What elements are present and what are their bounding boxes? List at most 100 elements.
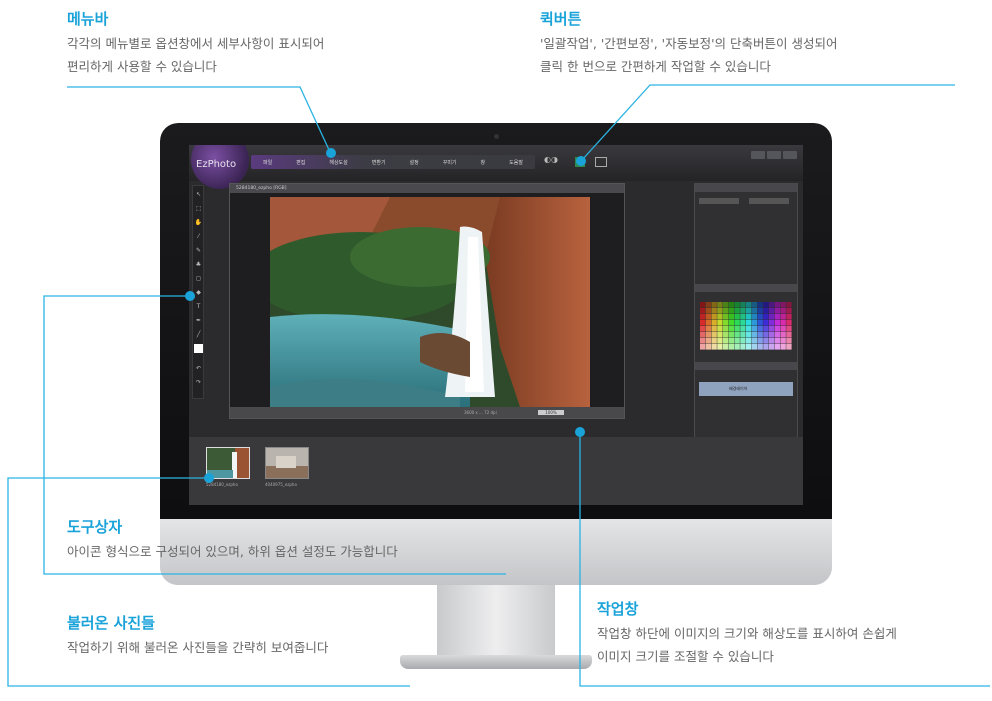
menu-item-window[interactable]: 창	[481, 159, 486, 166]
palette-swatch[interactable]	[769, 314, 775, 320]
palette-swatch[interactable]	[740, 326, 746, 332]
palette-swatch[interactable]	[757, 320, 763, 326]
palette-swatch[interactable]	[751, 308, 758, 314]
easy-fix-quick-icon[interactable]	[575, 157, 585, 167]
palette-swatch[interactable]	[780, 320, 786, 326]
palette-swatch[interactable]	[751, 314, 758, 320]
palette-swatch[interactable]	[769, 344, 775, 350]
info-select[interactable]	[699, 198, 739, 204]
palette-swatch[interactable]	[751, 326, 758, 332]
menu-item-decorate[interactable]: 꾸미기	[443, 159, 457, 166]
palette-swatch[interactable]	[711, 314, 717, 320]
palette-swatch[interactable]	[746, 344, 752, 350]
palette-swatch[interactable]	[700, 320, 706, 326]
text-tool-icon[interactable]: T	[194, 302, 203, 311]
palette-swatch[interactable]	[757, 344, 763, 350]
palette-swatch[interactable]	[717, 302, 723, 308]
palette-swatch[interactable]	[705, 326, 712, 332]
stamp-tool-icon[interactable]: ♣	[194, 260, 203, 269]
palette-swatch[interactable]	[717, 338, 723, 344]
palette-swatch[interactable]	[746, 326, 752, 332]
palette-swatch[interactable]	[786, 320, 792, 326]
palette-swatch[interactable]	[705, 302, 712, 308]
palette-swatch[interactable]	[700, 344, 706, 350]
palette-swatch[interactable]	[723, 326, 729, 332]
palette-swatch[interactable]	[711, 344, 717, 350]
palette-swatch[interactable]	[705, 344, 712, 350]
palette-swatch[interactable]	[769, 308, 775, 314]
select-tool-icon[interactable]: ⬚	[194, 204, 203, 213]
palette-swatch[interactable]	[780, 314, 786, 320]
palette-swatch[interactable]	[786, 326, 792, 332]
palette-swatch[interactable]	[734, 344, 740, 350]
palette-swatch[interactable]	[763, 344, 769, 350]
palette-swatch[interactable]	[700, 338, 706, 344]
palette-swatch[interactable]	[717, 314, 723, 320]
palette-swatch[interactable]	[700, 314, 706, 320]
palette-swatch[interactable]	[751, 338, 758, 344]
palette-swatch[interactable]	[723, 302, 729, 308]
palette-swatch[interactable]	[763, 302, 769, 308]
menu-item-settings[interactable]: 설정	[410, 159, 419, 166]
palette-swatch[interactable]	[774, 326, 781, 332]
palette-swatch[interactable]	[740, 344, 746, 350]
maximize-button[interactable]	[767, 151, 781, 159]
palette-swatch[interactable]	[780, 326, 786, 332]
palette-swatch[interactable]	[769, 326, 775, 332]
palette-swatch[interactable]	[734, 320, 740, 326]
palette-swatch[interactable]	[746, 302, 752, 308]
palette-swatch[interactable]	[769, 302, 775, 308]
minimize-button[interactable]	[751, 151, 765, 159]
palette-swatch[interactable]	[705, 314, 712, 320]
palette-swatch[interactable]	[763, 332, 769, 338]
palette-swatch[interactable]	[734, 314, 740, 320]
menu-item-convert[interactable]: 변환기	[372, 159, 386, 166]
palette-swatch[interactable]	[700, 332, 706, 338]
palette-swatch[interactable]	[780, 338, 786, 344]
color-swatch-icon[interactable]	[194, 344, 203, 353]
palette-swatch[interactable]	[734, 338, 740, 344]
undo-icon[interactable]: ↶	[194, 364, 203, 373]
palette-swatch[interactable]	[740, 302, 746, 308]
palette-swatch[interactable]	[769, 320, 775, 326]
palette-swatch[interactable]	[728, 320, 735, 326]
pencil-tool-icon[interactable]: ✎	[194, 246, 203, 255]
palette-swatch[interactable]	[757, 314, 763, 320]
palette-swatch[interactable]	[740, 338, 746, 344]
palette-swatch[interactable]	[763, 320, 769, 326]
palette-swatch[interactable]	[740, 332, 746, 338]
palette-swatch[interactable]	[786, 308, 792, 314]
layer-row[interactable]: 배경레이어	[699, 382, 793, 396]
palette-swatch[interactable]	[723, 308, 729, 314]
palette-swatch[interactable]	[786, 314, 792, 320]
palette-swatch[interactable]	[728, 302, 735, 308]
palette-swatch[interactable]	[711, 338, 717, 344]
palette-swatch[interactable]	[763, 338, 769, 344]
palette-swatch[interactable]	[786, 302, 792, 308]
palette-swatch[interactable]	[774, 344, 781, 350]
palette-swatch[interactable]	[774, 338, 781, 344]
palette-swatch[interactable]	[746, 314, 752, 320]
palette-swatch[interactable]	[705, 308, 712, 314]
palette-swatch[interactable]	[757, 326, 763, 332]
eraser-tool-icon[interactable]: ◻	[194, 274, 203, 283]
palette-swatch[interactable]	[774, 302, 781, 308]
palette-swatch[interactable]	[728, 308, 735, 314]
redo-icon[interactable]: ↷	[194, 378, 203, 387]
palette-swatch[interactable]	[774, 320, 781, 326]
menu-item-resolution[interactable]: 해상도설	[329, 159, 347, 166]
palette-swatch[interactable]	[717, 326, 723, 332]
brush-tool-icon[interactable]: ⁄	[194, 232, 203, 241]
palette-swatch[interactable]	[757, 308, 763, 314]
palette-swatch[interactable]	[717, 320, 723, 326]
palette-swatch[interactable]	[728, 338, 735, 344]
menu-item-edit[interactable]: 편집	[296, 159, 305, 166]
palette-swatch[interactable]	[723, 314, 729, 320]
palette-swatch[interactable]	[774, 332, 781, 338]
palette-swatch[interactable]	[746, 308, 752, 314]
palette-swatch[interactable]	[763, 308, 769, 314]
palette-swatch[interactable]	[711, 326, 717, 332]
palette-swatch[interactable]	[751, 320, 758, 326]
move-tool-icon[interactable]: ↖	[194, 190, 203, 199]
palette-swatch[interactable]	[711, 308, 717, 314]
